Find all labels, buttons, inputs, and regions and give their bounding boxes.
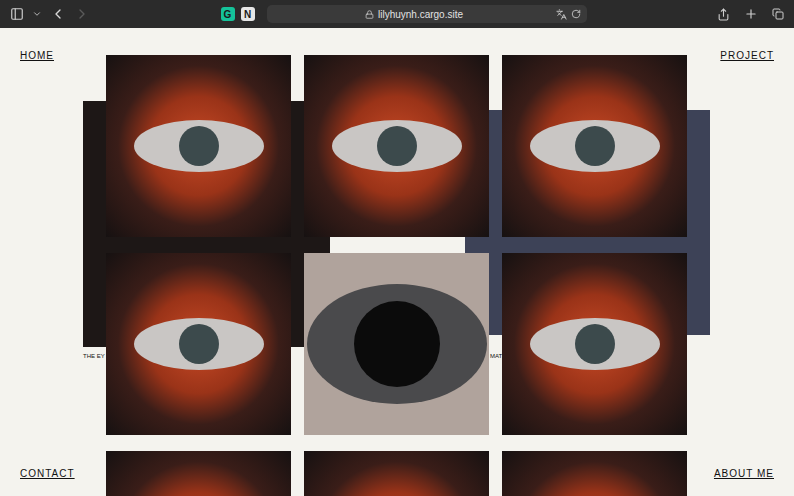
extension-button[interactable]: N (241, 7, 255, 21)
eye-painting[interactable] (106, 55, 291, 237)
translate-icon[interactable] (556, 9, 567, 20)
lock-icon (365, 10, 374, 19)
eye-painting[interactable] (304, 55, 489, 237)
tabs-icon[interactable] (772, 8, 784, 20)
back-icon[interactable] (50, 6, 66, 22)
page: THE EY MAT HOME PROJECT CONTACT ABOUT ME (0, 28, 794, 496)
eye-painting[interactable] (502, 253, 687, 435)
eye-painting[interactable] (304, 451, 489, 496)
reload-icon[interactable] (571, 9, 581, 19)
eye-painting[interactable] (502, 451, 687, 496)
eye-painting[interactable] (502, 55, 687, 237)
caption-left: THE EY (83, 352, 105, 360)
address-bar[interactable]: lilyhuynh.cargo.site (267, 5, 587, 23)
eye-painting[interactable] (106, 451, 291, 496)
forward-icon[interactable] (74, 6, 90, 22)
gallery-grid (106, 28, 687, 496)
nav-link[interactable]: CONTACT (20, 466, 75, 481)
browser-toolbar: GNlilyhuynh.cargo.site (0, 0, 794, 28)
nav-link[interactable]: ABOUT ME (714, 466, 774, 481)
nav-link[interactable]: HOME (20, 48, 54, 63)
caption-right: MAT (490, 352, 502, 360)
eye-painting[interactable] (106, 253, 291, 435)
nav-link[interactable]: PROJECT (720, 48, 774, 63)
share-icon[interactable] (717, 8, 730, 21)
eye-photo[interactable] (304, 253, 489, 435)
extension-button[interactable]: G (221, 7, 235, 21)
sidebar-icon[interactable] (10, 7, 24, 21)
url-text: lilyhuynh.cargo.site (378, 7, 463, 22)
browser-window: GNlilyhuynh.cargo.site THE EY MAT HOME PROJE… (0, 0, 794, 496)
chevron-down-icon[interactable] (32, 9, 42, 19)
new-tab-icon[interactable] (744, 7, 758, 21)
